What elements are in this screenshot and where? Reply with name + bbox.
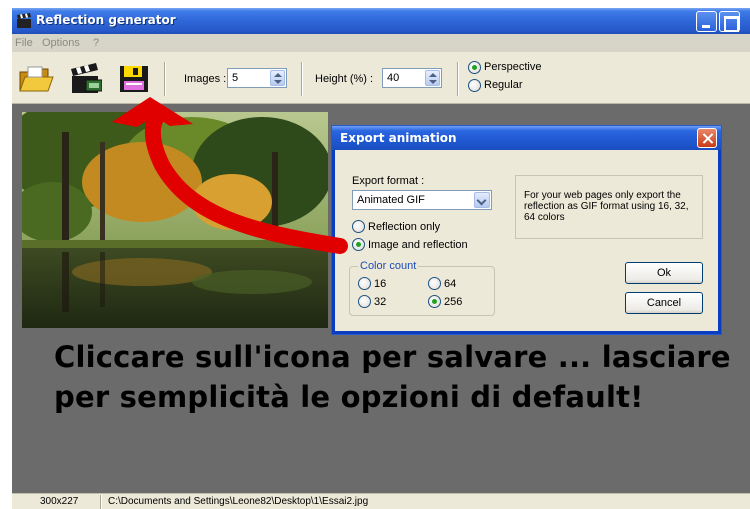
color-16-radio[interactable]: [358, 277, 371, 290]
status-file-path: C:\Documents and Settings\Leone82\Deskto…: [108, 496, 369, 507]
images-value[interactable]: 5: [232, 72, 238, 84]
color-count-group: Color count 16 64 32 256: [349, 260, 495, 316]
minimize-button[interactable]: [696, 11, 717, 32]
regular-radio[interactable]: [468, 79, 481, 92]
menu-options[interactable]: Options: [42, 37, 80, 49]
color-256-radio[interactable]: [428, 295, 441, 308]
info-text: For your web pages only export the refle…: [524, 190, 689, 223]
export-format-select[interactable]: Animated GIF: [352, 190, 492, 210]
title-bar[interactable]: Reflection generator: [12, 8, 750, 34]
color-64-label[interactable]: 64: [444, 278, 456, 290]
maximize-button[interactable]: [719, 11, 740, 32]
dialog-close-button[interactable]: [697, 128, 717, 148]
height-stepper[interactable]: 40: [382, 68, 442, 88]
regular-label[interactable]: Regular: [484, 79, 523, 91]
cancel-button[interactable]: Cancel: [625, 292, 703, 314]
dialog-title-bar[interactable]: Export animation: [332, 126, 721, 150]
instruction-caption-line-2: per semplicità le opzioni di default!: [54, 380, 644, 414]
color-32-radio[interactable]: [358, 295, 371, 308]
status-bar: 300x227 C:\Documents and Settings\Leone8…: [12, 493, 750, 509]
status-divider: [100, 495, 102, 509]
chevron-down-icon[interactable]: [474, 192, 490, 208]
color-32-label[interactable]: 32: [374, 296, 386, 308]
export-format-label: Export format :: [352, 175, 425, 187]
info-panel: For your web pages only export the refle…: [515, 175, 703, 239]
export-format-value[interactable]: Animated GIF: [357, 194, 425, 206]
window-title: Reflection generator: [36, 13, 176, 27]
perspective-label[interactable]: Perspective: [484, 61, 541, 73]
menu-help[interactable]: ?: [93, 37, 99, 49]
toolbar-separator: [164, 62, 166, 96]
color-count-legend: Color count: [358, 260, 419, 272]
reflection-only-label[interactable]: Reflection only: [368, 221, 440, 233]
clapper-app-icon: [17, 13, 31, 28]
color-16-label[interactable]: 16: [374, 278, 386, 290]
ok-button[interactable]: Ok: [625, 262, 703, 284]
images-label: Images :: [184, 73, 227, 85]
menu-bar: File Options ?: [12, 34, 750, 52]
menu-file[interactable]: File: [15, 37, 33, 49]
height-label: Height (%) :: [315, 73, 374, 85]
floppy-disk-save-icon[interactable]: [118, 64, 150, 94]
color-256-label[interactable]: 256: [444, 296, 462, 308]
image-and-reflection-radio[interactable]: [352, 238, 365, 251]
perspective-radio[interactable]: [468, 61, 481, 74]
toolbar-separator: [301, 62, 303, 96]
status-image-size: 300x227: [40, 496, 79, 507]
height-spin-arrows[interactable]: [425, 70, 440, 86]
images-stepper[interactable]: 5: [227, 68, 287, 88]
reflection-only-radio[interactable]: [352, 220, 365, 233]
export-dialog: Export animation Export format : Animate…: [332, 126, 721, 334]
forest-lake-image: [22, 112, 328, 328]
app-window: Reflection generator File Options ? Imag…: [12, 8, 750, 509]
images-spin-arrows[interactable]: [270, 70, 285, 86]
open-folder-icon[interactable]: [18, 64, 54, 94]
toolbar-separator: [457, 62, 459, 96]
toolbar: Images : 5 Height (%) : 40 Perspective R…: [12, 52, 750, 104]
film-clapper-icon[interactable]: [68, 62, 102, 94]
height-value[interactable]: 40: [387, 72, 399, 84]
image-and-reflection-label[interactable]: Image and reflection: [368, 239, 468, 251]
instruction-caption-line-1: Cliccare sull'icona per salvare ... lasc…: [54, 340, 731, 374]
color-64-radio[interactable]: [428, 277, 441, 290]
dialog-title: Export animation: [340, 131, 457, 145]
